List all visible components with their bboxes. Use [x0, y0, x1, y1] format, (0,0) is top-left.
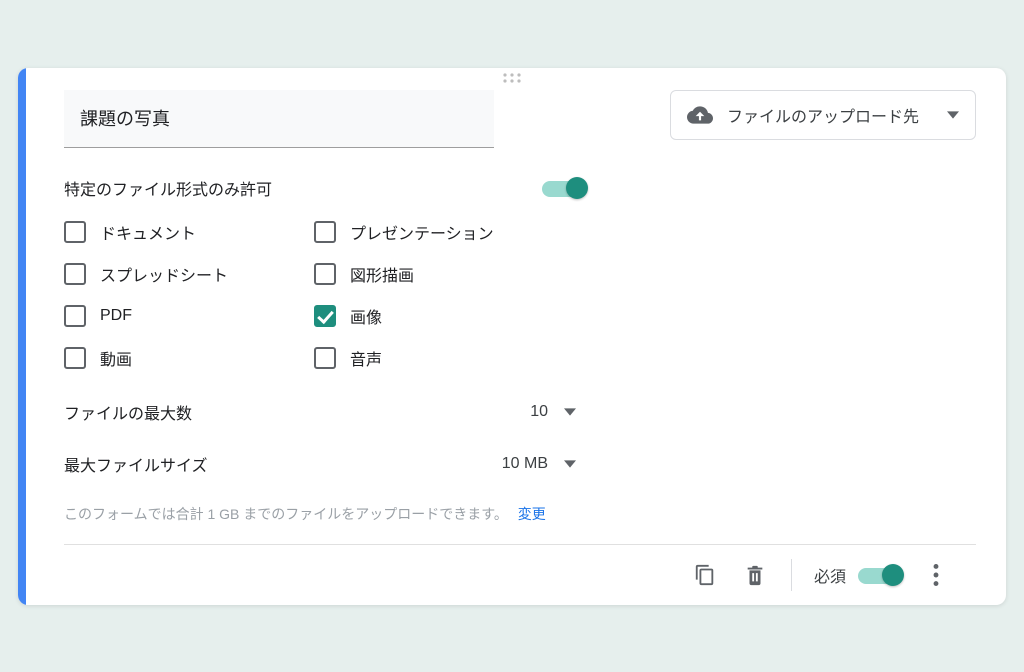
- copy-icon: [694, 564, 716, 586]
- filetype-label: 音声: [350, 346, 382, 370]
- footer-divider: [791, 559, 792, 591]
- upload-destination-dropdown[interactable]: ファイルのアップロード先: [670, 90, 976, 140]
- required-label: 必須: [814, 563, 846, 587]
- checkbox-icon: [314, 347, 336, 369]
- checkbox-icon: [64, 305, 86, 327]
- trash-icon: [744, 564, 766, 586]
- max-files-label: ファイルの最大数: [64, 400, 192, 424]
- allow-specific-types-label: 特定のファイル形式のみ許可: [64, 176, 272, 200]
- checkbox-checked-icon: [314, 305, 336, 327]
- checkbox-icon: [64, 263, 86, 285]
- filetype-label: 画像: [350, 304, 382, 328]
- caret-down-icon: [947, 111, 959, 119]
- filetype-label: PDF: [100, 307, 132, 325]
- filetype-drawing[interactable]: 図形描画: [314, 262, 564, 286]
- question-title-input[interactable]: [64, 90, 494, 148]
- file-type-grid: ドキュメント プレゼンテーション スプレッドシート 図形描画 PDF 画像: [64, 220, 976, 370]
- filetype-label: 図形描画: [350, 262, 414, 286]
- max-files-value: 10: [530, 403, 548, 421]
- upload-quota-hint: このフォームでは合計 1 GB までのファイルをアップロードできます。 変更: [64, 504, 976, 524]
- caret-down-icon: [564, 408, 576, 416]
- max-size-value: 10 MB: [502, 455, 548, 473]
- required-toggle[interactable]: [858, 564, 900, 586]
- duplicate-button[interactable]: [691, 561, 719, 589]
- filetype-spreadsheet[interactable]: スプレッドシート: [64, 262, 314, 286]
- max-size-label: 最大ファイルサイズ: [64, 452, 208, 476]
- drag-handle-icon[interactable]: [18, 68, 1006, 88]
- more-options-button[interactable]: [922, 561, 950, 589]
- delete-button[interactable]: [741, 561, 769, 589]
- checkbox-icon: [64, 347, 86, 369]
- caret-down-icon: [564, 460, 576, 468]
- filetype-document[interactable]: ドキュメント: [64, 220, 314, 244]
- max-files-select[interactable]: 10: [530, 403, 584, 421]
- filetype-audio[interactable]: 音声: [314, 346, 564, 370]
- checkbox-icon: [314, 221, 336, 243]
- filetype-label: ドキュメント: [100, 220, 196, 244]
- accent-bar: [18, 68, 26, 605]
- filetype-image[interactable]: 画像: [314, 304, 564, 328]
- filetype-label: スプレッドシート: [100, 262, 228, 286]
- cloud-upload-icon: [687, 105, 713, 125]
- checkbox-icon: [314, 263, 336, 285]
- filetype-label: 動画: [100, 346, 132, 370]
- filetype-presentation[interactable]: プレゼンテーション: [314, 220, 564, 244]
- max-size-select[interactable]: 10 MB: [502, 455, 584, 473]
- allow-specific-types-toggle[interactable]: [542, 177, 584, 199]
- filetype-label: プレゼンテーション: [350, 220, 494, 244]
- change-quota-link[interactable]: 変更: [518, 506, 546, 522]
- question-card: ファイルのアップロード先 特定のファイル形式のみ許可 ドキュメント プレゼンテー…: [18, 68, 1006, 605]
- upload-destination-label: ファイルのアップロード先: [727, 103, 919, 127]
- more-vertical-icon: [933, 564, 939, 586]
- filetype-pdf[interactable]: PDF: [64, 304, 314, 328]
- checkbox-icon: [64, 221, 86, 243]
- filetype-video[interactable]: 動画: [64, 346, 314, 370]
